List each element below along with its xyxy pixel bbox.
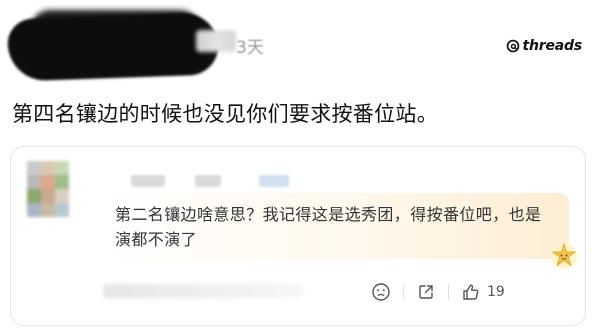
post-text: 第四名镶边的时候也没见你们要求按番位站。 bbox=[12, 102, 438, 126]
like-count: 19 bbox=[487, 284, 505, 300]
blurred-commenter-name bbox=[131, 175, 331, 187]
redaction-mark bbox=[6, 12, 220, 82]
like-button[interactable]: 19 bbox=[461, 279, 505, 305]
blurred-comment-meta bbox=[103, 284, 303, 298]
screenshot-page: 3天 threads 第四名镶边的时候也没见你们要求按番位站。 第二名镶边啥意思… bbox=[0, 0, 600, 334]
divider bbox=[403, 284, 404, 300]
comment-bubble: 第二名镶边啥意思？我记得这是选秀团，得按番位吧，也是演都不演了 bbox=[101, 193, 577, 269]
sticker-icon bbox=[551, 242, 577, 269]
emoji-icon bbox=[372, 283, 390, 301]
share-icon bbox=[419, 285, 433, 299]
avatar bbox=[27, 161, 83, 231]
quoted-comment-card: 第二名镶边啥意思？我记得这是选秀团，得按番位吧，也是演都不演了 19 bbox=[10, 146, 586, 326]
threads-logo-icon bbox=[506, 39, 519, 53]
comment-text: 第二名镶边啥意思？我记得这是选秀团，得按番位吧，也是演都不演了 bbox=[115, 205, 542, 249]
post-time: 3天 bbox=[236, 38, 264, 58]
comment-action-bar: 19 bbox=[371, 279, 571, 305]
post-header: 3天 threads bbox=[0, 0, 600, 90]
threads-logo: threads bbox=[506, 38, 582, 54]
blurred-username bbox=[196, 30, 236, 52]
divider bbox=[448, 284, 449, 300]
emoji-button[interactable] bbox=[371, 279, 391, 305]
share-button[interactable] bbox=[416, 279, 436, 305]
thumbs-up-icon bbox=[463, 284, 479, 300]
threads-wordmark: threads bbox=[522, 38, 583, 54]
